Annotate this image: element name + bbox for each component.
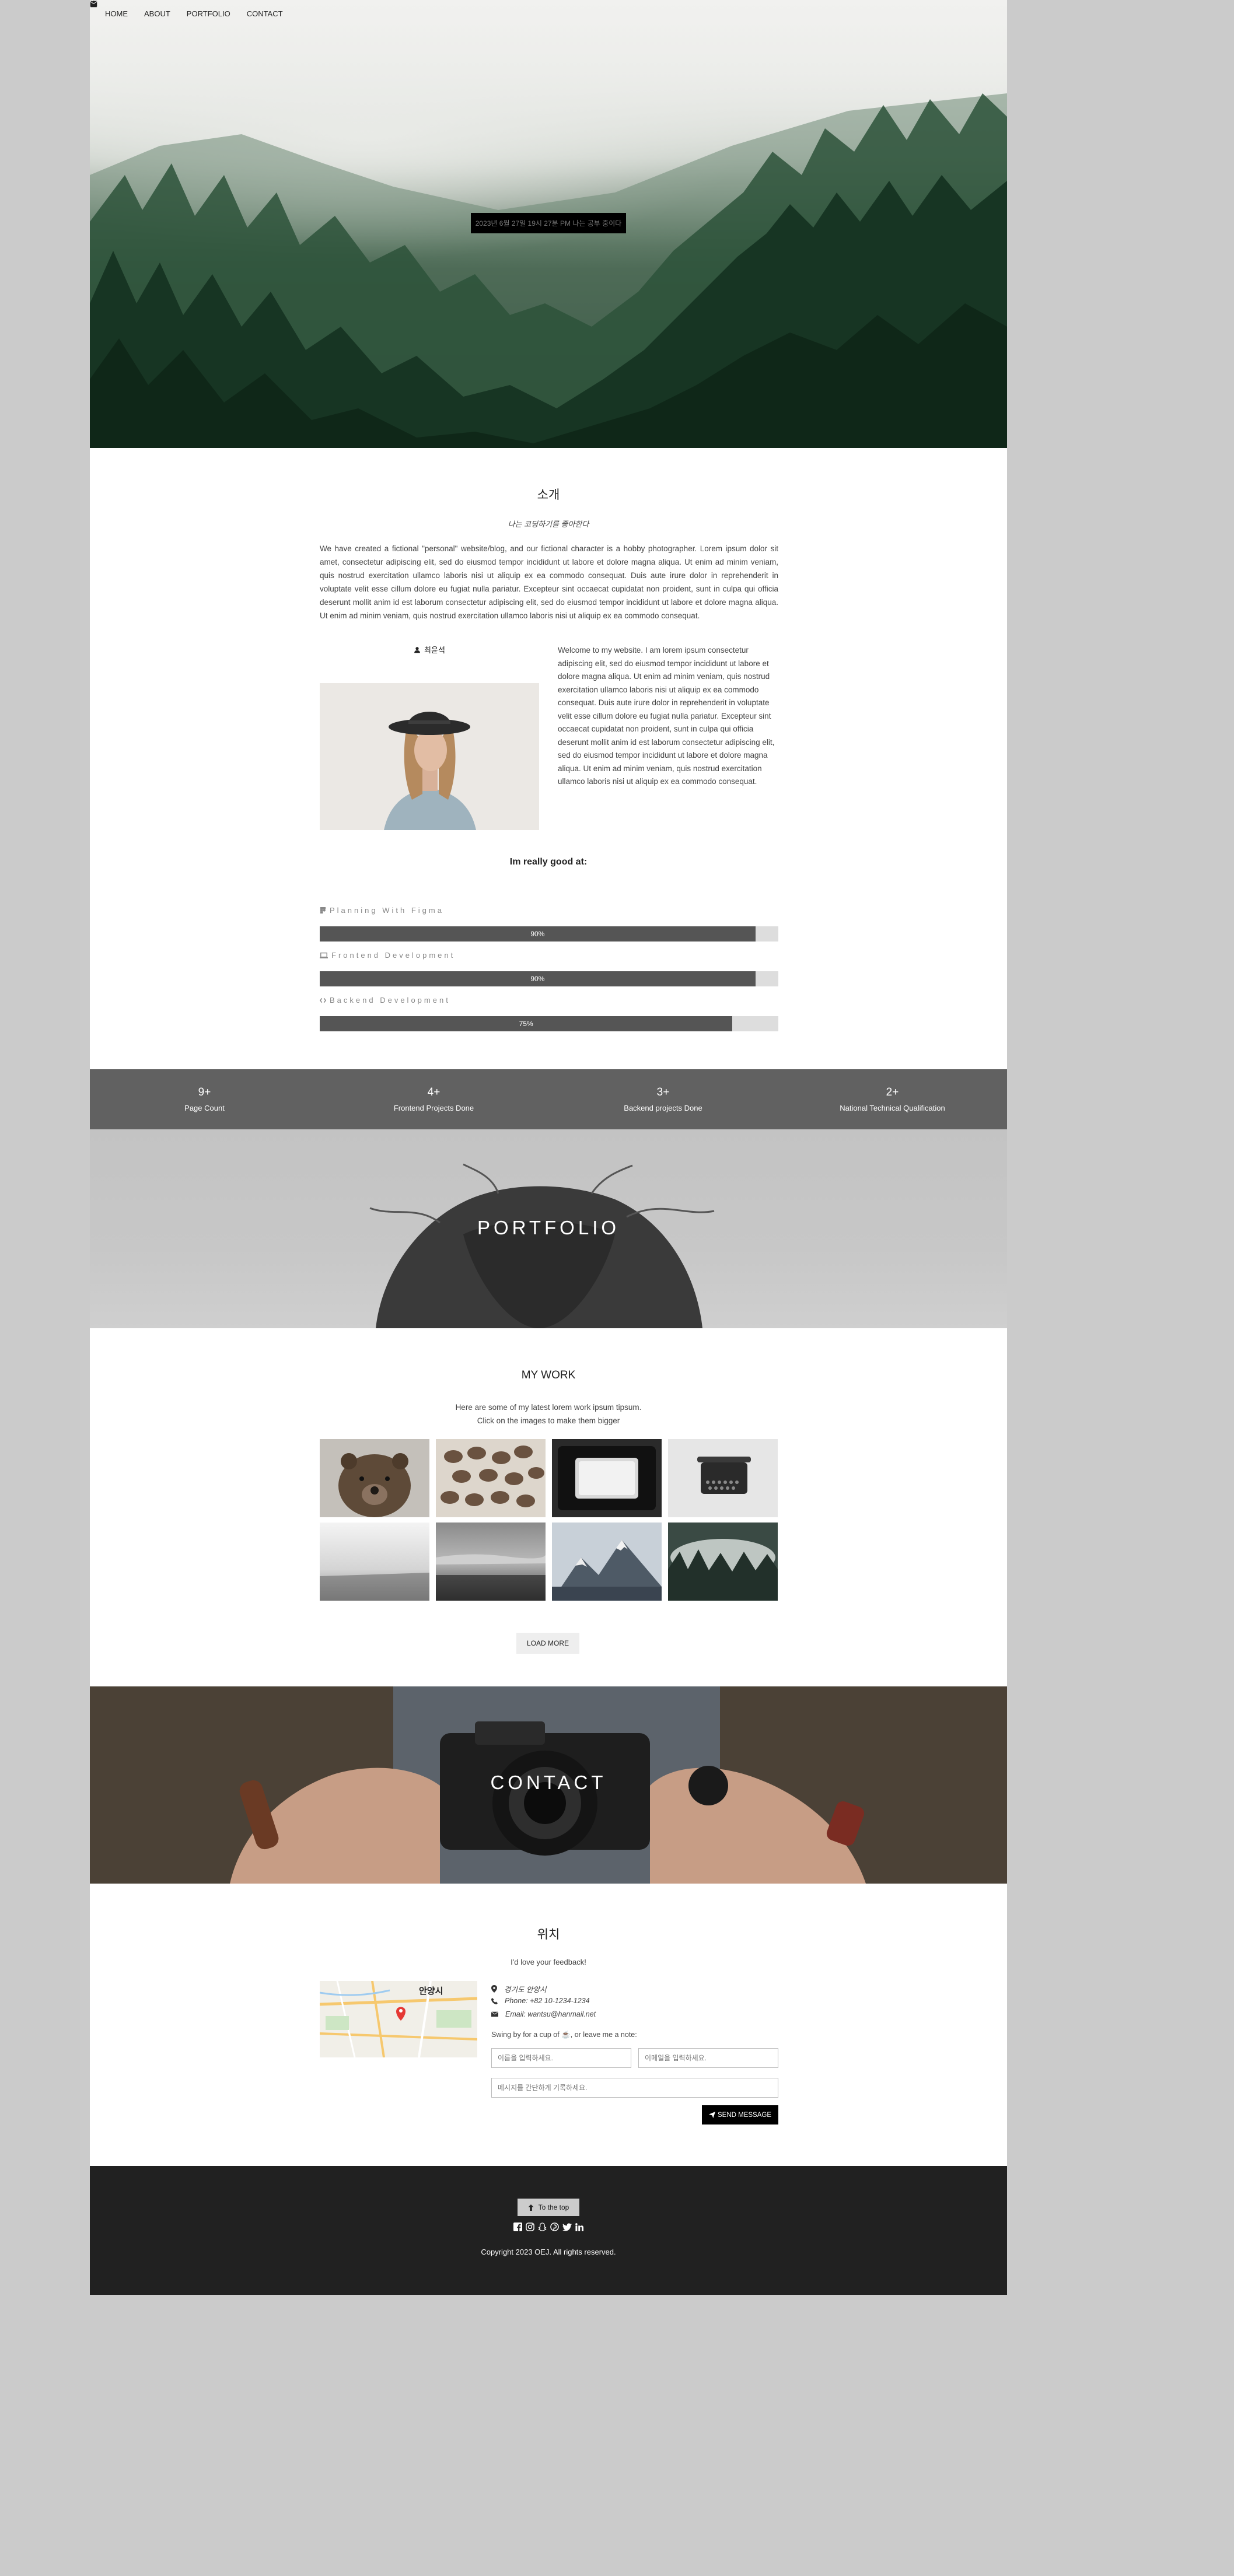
arrow-up-icon <box>528 2204 534 2211</box>
instagram-icon[interactable] <box>525 2222 535 2232</box>
stat-label: Page Count <box>184 1104 225 1112</box>
nav-portfolio[interactable]: PORTFOLIO <box>90 1 230 18</box>
portfolio-banner: PORTFOLIO <box>90 1129 1007 1328</box>
skill-label-frontend: Frontend Development <box>320 951 455 960</box>
stat-item: 9+ Page Count <box>90 1069 319 1129</box>
envelope-icon <box>491 2011 498 2017</box>
nav-portfolio-label: PORTFOLIO <box>186 9 230 18</box>
my-work-line1: Here are some of my latest lorem work ip… <box>455 1403 642 1412</box>
hero-date-banner: 2023년 6월 27일 19시 27분 PM 나는 공부 중이다 <box>471 213 626 233</box>
user-icon <box>414 646 420 653</box>
my-work-title: MY WORK <box>521 1369 576 1381</box>
stat-number: 4+ <box>427 1086 441 1098</box>
top-nav: HOME ABOUT PORTFOLIO CONTACT <box>90 0 283 27</box>
profile-text: Welcome to my website. I am lorem ipsum … <box>558 646 775 786</box>
location-map[interactable]: 안양시 <box>320 1981 477 2057</box>
gallery <box>320 1439 778 1601</box>
linkedin-icon[interactable] <box>574 2222 584 2232</box>
intro-paragraph: We have created a fictional "personal" w… <box>320 544 778 620</box>
skill-bar-figma: 90% <box>320 926 778 942</box>
nav-home[interactable]: HOME <box>105 9 128 18</box>
contact-banner: CONTACT <box>90 1686 1007 1884</box>
gallery-image-tv[interactable] <box>552 1439 662 1517</box>
send-message-button[interactable]: SEND MESSAGE <box>702 2105 778 2124</box>
map-city-label: 안양시 <box>419 1986 443 1996</box>
address-line: 경기도 안양시 <box>491 1983 546 1994</box>
skill-label-text: Planning With Figma <box>330 906 444 915</box>
gallery-image-forest-fog[interactable] <box>668 1522 778 1601</box>
nav-home-label: HOME <box>105 9 128 18</box>
skill-label-text: Frontend Development <box>331 951 456 960</box>
stat-item: 3+ Backend projects Done <box>548 1069 778 1129</box>
skill-bar-frontend: 90% <box>320 971 778 986</box>
email-line: Email: wantsu@hanmail.net <box>491 2010 596 2018</box>
stat-item: 2+ National Technical Qualification <box>778 1069 1007 1129</box>
gallery-image-fog[interactable] <box>320 1522 429 1601</box>
envelope-icon <box>90 1 97 6</box>
profile-photo <box>320 683 539 830</box>
message-input[interactable] <box>491 2078 778 2098</box>
to-top-label: To the top <box>538 2203 569 2211</box>
profile-name: 최윤석 <box>320 644 539 655</box>
stat-label: Frontend Projects Done <box>393 1104 474 1112</box>
skills-heading: Im really good at: <box>509 857 588 867</box>
snapchat-icon[interactable] <box>537 2222 547 2232</box>
nav-about[interactable]: ABOUT <box>90 1 170 18</box>
map-marker-icon <box>491 1985 497 1993</box>
my-work-line2: Click on the images to make them bigger <box>477 1416 620 1425</box>
stat-label: National Technical Qualification <box>840 1104 945 1112</box>
location-title: 위치 <box>537 1928 560 1941</box>
stat-item: 4+ Frontend Projects Done <box>319 1069 548 1129</box>
email-text: Email: wantsu@hanmail.net <box>505 2010 596 2018</box>
skill-bar-backend: 75% <box>320 1016 778 1031</box>
hero-section: HOME ABOUT PORTFOLIO CONTACT 2023년 6월 27… <box>90 0 1007 448</box>
nav-contact-label: CONTACT <box>246 9 283 18</box>
gallery-image-bear[interactable] <box>320 1439 429 1517</box>
skill-fill: 90% <box>320 926 756 942</box>
email-input[interactable] <box>638 2048 778 2068</box>
intro-subtitle: 나는 코딩하기를 좋아한다 <box>508 520 589 528</box>
gallery-image-typewriter[interactable] <box>668 1439 778 1517</box>
address-text: 경기도 안양시 <box>504 1986 547 1994</box>
skill-fill: 75% <box>320 1016 733 1031</box>
gallery-image-mountain[interactable] <box>552 1522 662 1601</box>
figma-icon <box>320 907 326 914</box>
to-top-button[interactable]: To the top <box>518 2199 579 2216</box>
skill-label-text: Backend Development <box>330 996 450 1005</box>
twitter-icon[interactable] <box>562 2222 572 2232</box>
nav-about-label: ABOUT <box>144 9 170 18</box>
portfolio-banner-title: PORTFOLIO <box>477 1217 620 1238</box>
laptop-icon <box>320 952 328 958</box>
stat-number: 3+ <box>656 1086 670 1098</box>
nav-contact[interactable]: CONTACT <box>90 1 283 18</box>
facebook-icon[interactable] <box>513 2222 523 2232</box>
copyright-text: Copyright 2023 OEJ. All rights reserved. <box>481 2248 616 2256</box>
page: HOME ABOUT PORTFOLIO CONTACT 2023년 6월 27… <box>90 0 1007 2295</box>
skill-label-backend: Backend Development <box>320 996 450 1005</box>
contact-banner-title: CONTACT <box>490 1772 607 1793</box>
stat-label: Backend projects Done <box>624 1104 702 1112</box>
gallery-image-coffee[interactable] <box>436 1439 546 1517</box>
intro-title: 소개 <box>537 488 560 502</box>
stats-bar: 9+ Page Count 4+ Frontend Projects Done … <box>90 1069 1007 1129</box>
footer: To the top Copyright 2023 OEJ. All right… <box>90 2166 1007 2295</box>
code-icon <box>320 998 326 1003</box>
feedback-text: I'd love your feedback! <box>511 1958 586 1966</box>
paper-plane-icon <box>708 2112 715 2118</box>
skill-label-figma: Planning With Figma <box>320 906 444 915</box>
swing-text: Swing by for a cup of ☕, or leave me a n… <box>491 2031 637 2039</box>
gallery-image-sea[interactable] <box>436 1522 546 1601</box>
phone-text: Phone: +82 10-1234-1234 <box>505 1997 590 2005</box>
stat-number: 2+ <box>886 1086 899 1098</box>
stat-number: 9+ <box>198 1086 211 1098</box>
social-links <box>90 2222 1007 2232</box>
name-input[interactable] <box>491 2048 631 2068</box>
phone-icon <box>491 1997 498 2004</box>
profile-name-label: 최윤석 <box>424 646 445 654</box>
phone-line: Phone: +82 10-1234-1234 <box>491 1997 590 2005</box>
skill-fill: 90% <box>320 971 756 986</box>
send-message-label: SEND MESSAGE <box>717 2111 772 2119</box>
pinterest-icon[interactable] <box>550 2222 560 2232</box>
load-more-button[interactable]: LOAD MORE <box>516 1633 579 1654</box>
